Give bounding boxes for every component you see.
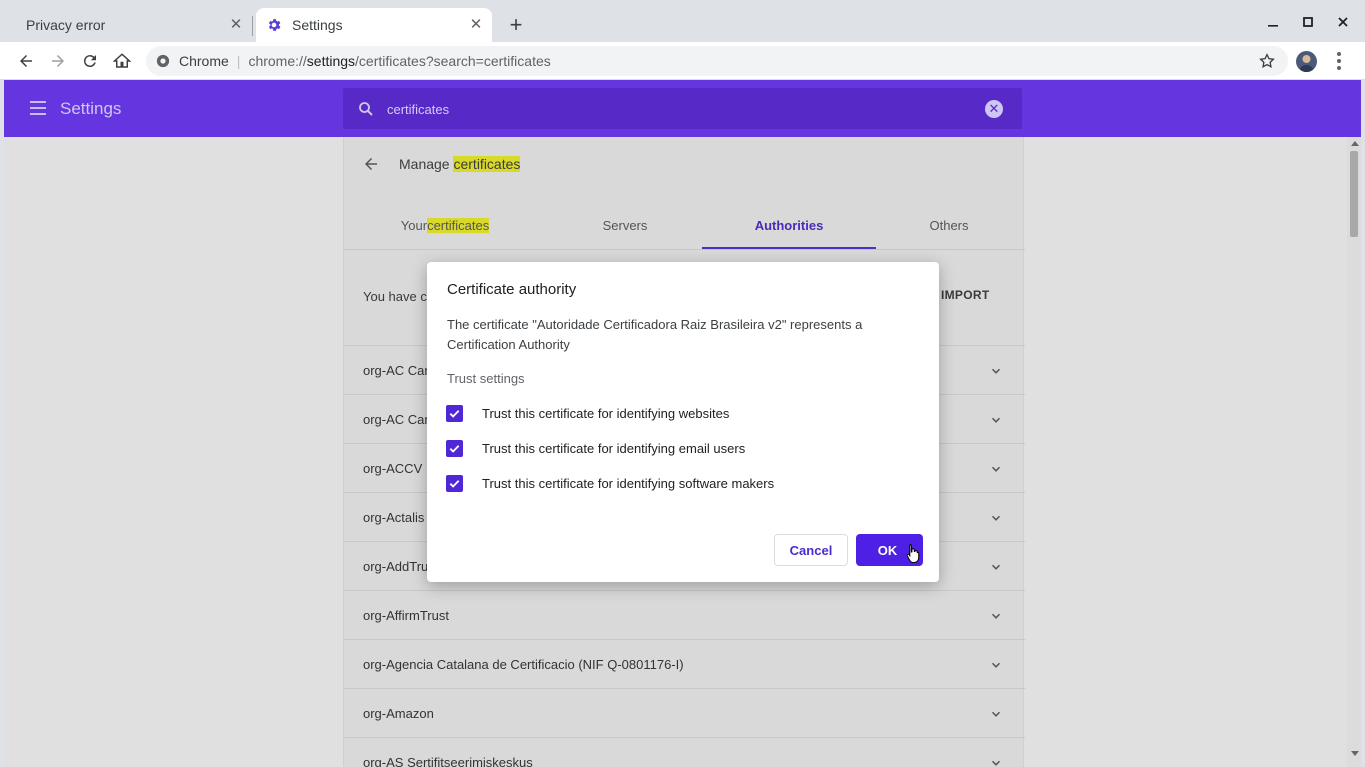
authority-name: org-Agencia Catalana de Certificacio (NI… (363, 656, 684, 672)
reload-icon[interactable] (79, 50, 101, 72)
chevron-down-icon[interactable] (989, 413, 1003, 427)
checkbox-label: Trust this certificate for identifying e… (482, 441, 746, 456)
checkmark-icon (449, 480, 460, 488)
page-scrollbar[interactable] (1347, 137, 1361, 767)
search-highlight: certificates (453, 156, 521, 172)
site-chip[interactable]: Chrome (156, 53, 229, 69)
url-text[interactable]: chrome://settings/certificates?search=ce… (248, 53, 550, 69)
back-arrow-icon[interactable] (362, 155, 380, 173)
authority-name: org-Amazon (363, 705, 434, 721)
tab-settings[interactable]: Settings ✕ (256, 8, 492, 42)
minimize-icon[interactable] (1263, 12, 1283, 32)
chrome-menu-icon[interactable] (1331, 51, 1347, 71)
checkbox-label: Trust this certificate for identifying w… (482, 406, 730, 421)
settings-search[interactable]: ✕ (343, 88, 1022, 129)
close-window-icon[interactable] (1333, 12, 1353, 32)
chevron-down-icon[interactable] (989, 707, 1003, 721)
clear-search-icon[interactable]: ✕ (985, 100, 1003, 118)
settings-header: Settings ✕ (4, 80, 1361, 137)
chevron-down-icon[interactable] (989, 511, 1003, 525)
forward-icon[interactable] (47, 50, 69, 72)
browser-toolbar: Chrome | chrome://settings/certificates?… (0, 42, 1365, 80)
tab-your-certificates[interactable]: Your certificates (362, 201, 528, 249)
hand-cursor-icon (906, 544, 920, 563)
chrome-icon (156, 54, 170, 68)
url-scheme: chrome:// (248, 53, 307, 69)
tab-servers[interactable]: Servers (538, 201, 712, 249)
chevron-down-icon[interactable] (989, 462, 1003, 476)
checkmark-icon (449, 410, 460, 418)
checkbox-label: Trust this certificate for identifying s… (482, 476, 775, 491)
chevron-down-icon[interactable] (989, 609, 1003, 623)
authority-name: org-ACCV (363, 460, 423, 476)
list-item[interactable]: org-Agencia Catalana de Certificacio (NI… (344, 639, 1025, 688)
chevron-down-icon[interactable] (989, 658, 1003, 672)
search-icon (359, 102, 373, 116)
home-icon[interactable] (111, 50, 133, 72)
list-item[interactable]: org-AffirmTrust (344, 590, 1025, 639)
search-highlight: certificates (427, 217, 490, 233)
url-path: /certificates?search=certificates (355, 53, 551, 69)
chevron-down-icon[interactable] (989, 560, 1003, 574)
page-title: Manage certificates (399, 156, 521, 172)
url-host: settings (306, 53, 356, 69)
certificate-tabs: Your certificates Servers Authorities Ot… (344, 201, 1025, 249)
tab-title: Privacy error (26, 17, 106, 33)
authority-name: org-AS Sertifitseerimiskeskus (363, 754, 533, 767)
cancel-button[interactable]: Cancel (774, 534, 848, 566)
tab-others[interactable]: Others (866, 201, 1032, 249)
menu-hamburger-icon[interactable] (30, 101, 46, 115)
trust-websites-option[interactable]: Trust this certificate for identifying w… (446, 405, 729, 422)
maximize-icon[interactable] (1298, 12, 1318, 32)
tab-label: Your (400, 217, 428, 233)
tab-close-icon[interactable]: ✕ (228, 17, 244, 33)
search-input[interactable] (387, 100, 967, 118)
scroll-up-arrow-icon[interactable] (1351, 141, 1359, 146)
back-icon[interactable] (15, 50, 37, 72)
authorities-info-text: You have ce (363, 289, 435, 304)
checkmark-icon (449, 445, 460, 453)
settings-gear-icon (266, 17, 282, 33)
settings-title: Settings (60, 99, 122, 118)
trust-email-checkbox[interactable] (446, 440, 463, 457)
new-tab-button[interactable]: + (505, 14, 527, 36)
dialog-title: Certificate authority (447, 281, 577, 298)
certificate-authority-dialog: Certificate authority The certificate "A… (427, 262, 939, 582)
trust-websites-checkbox[interactable] (446, 405, 463, 422)
address-bar[interactable]: Chrome | chrome://settings/certificates?… (146, 46, 1288, 76)
chevron-down-icon[interactable] (989, 364, 1003, 378)
trust-settings-heading: Trust settings (447, 371, 525, 386)
trust-software-checkbox[interactable] (446, 475, 463, 492)
scrollbar-thumb[interactable] (1350, 151, 1358, 237)
bookmark-star-icon[interactable] (1258, 52, 1276, 70)
list-item[interactable]: org-AS Sertifitseerimiskeskus (344, 737, 1025, 767)
trust-email-option[interactable]: Trust this certificate for identifying e… (446, 440, 745, 457)
tab-privacy-error[interactable]: Privacy error ✕ (12, 8, 252, 42)
chevron-down-icon[interactable] (989, 756, 1003, 767)
tab-authorities[interactable]: Authorities (702, 201, 876, 249)
profile-avatar[interactable] (1296, 51, 1317, 72)
tab-close-icon[interactable]: ✕ (468, 17, 484, 33)
tab-separator (252, 16, 253, 36)
window-border-right (1361, 80, 1365, 767)
tab-strip: Privacy error ✕ Settings ✕ + (0, 0, 1365, 42)
tab-title: Settings (292, 17, 343, 33)
tabs-divider (344, 249, 1025, 250)
trust-software-option[interactable]: Trust this certificate for identifying s… (446, 475, 774, 492)
dialog-description: The certificate "Autoridade Certificador… (447, 317, 863, 352)
page-title-prefix: Manage (399, 156, 454, 172)
scroll-down-arrow-icon[interactable] (1351, 751, 1359, 756)
omnibox-divider: | (236, 53, 241, 69)
list-item[interactable]: org-Amazon (344, 688, 1025, 737)
chip-label: Chrome (179, 53, 229, 69)
import-button[interactable]: IMPORT (941, 288, 989, 302)
authority-name: org-AffirmTrust (363, 607, 449, 623)
